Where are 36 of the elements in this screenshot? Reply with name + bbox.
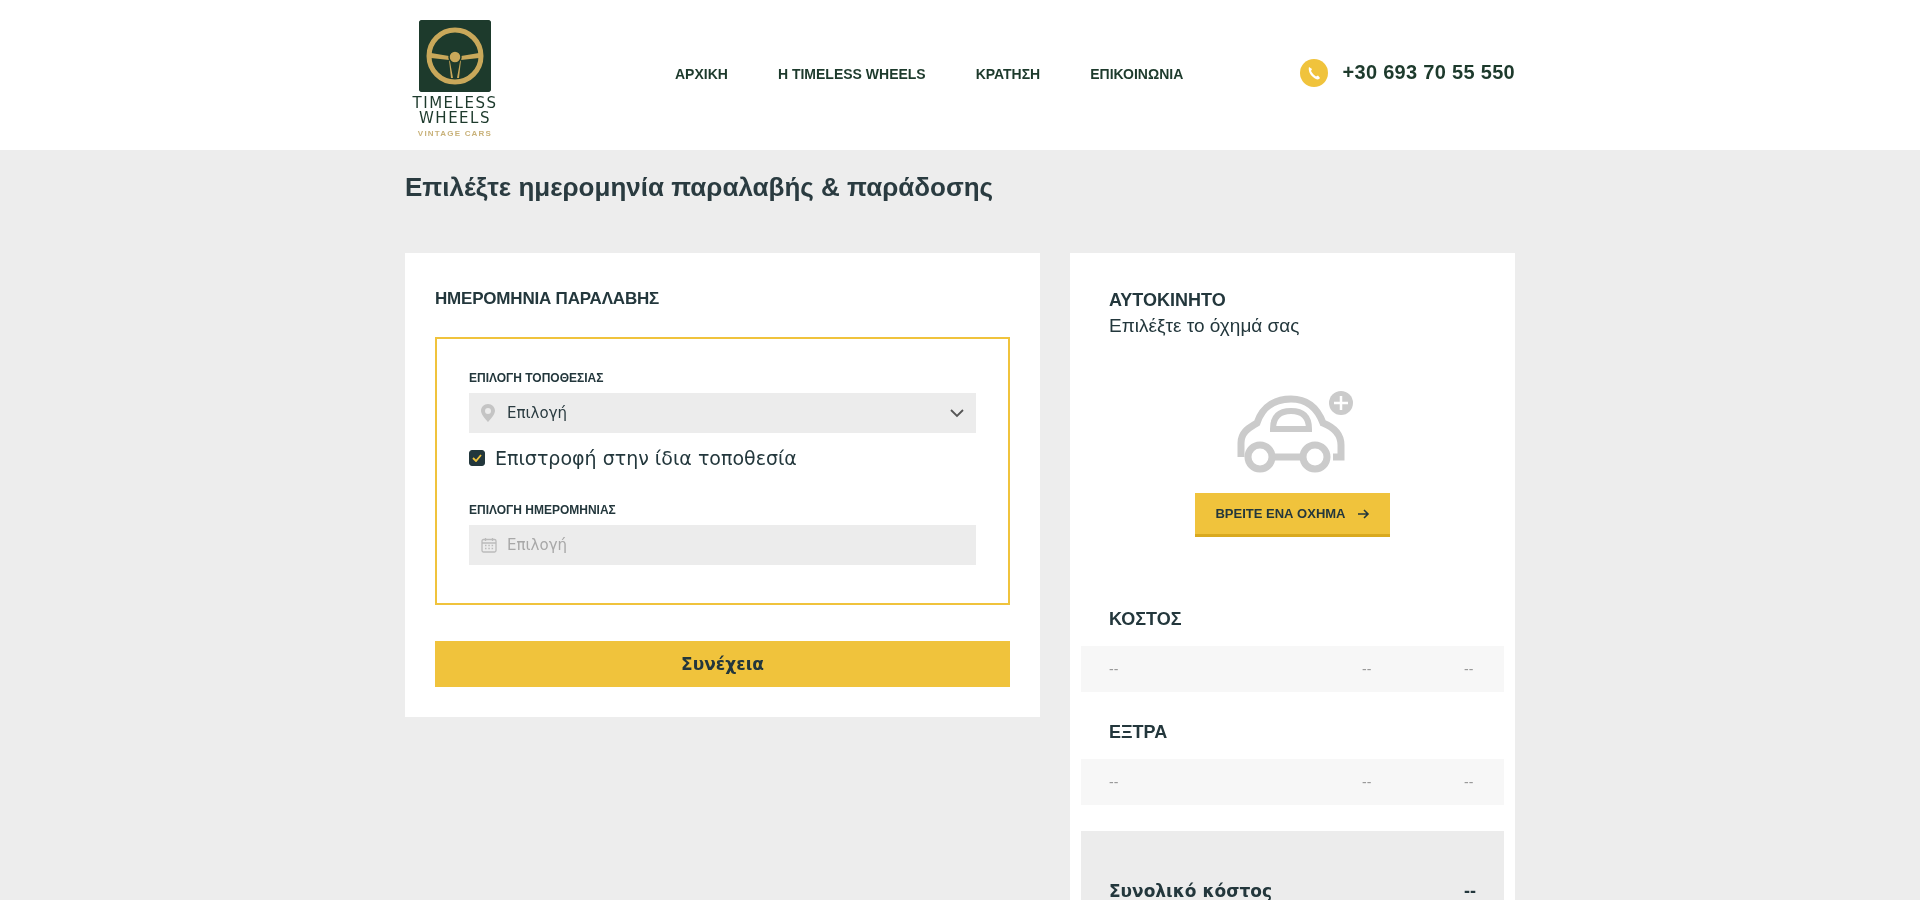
total-label: Συνολικό κόστος bbox=[1109, 881, 1272, 900]
phone-number: +30 693 70 55 550 bbox=[1342, 61, 1515, 84]
car-subtitle: Επιλέξτε το όχημά σας bbox=[1109, 315, 1301, 337]
logo-tagline: VINTAGE CARS bbox=[417, 129, 493, 138]
chevron-down-icon bbox=[950, 408, 964, 418]
location-select[interactable]: Επιλογή bbox=[469, 393, 976, 433]
page-title: Επιλέξτε ημερομηνία παραλαβής & παράδοσης bbox=[405, 172, 995, 203]
field-label: ΕΠΙΛΟΓΗ ΤΟΠΟΘΕΣΙΑΣ bbox=[469, 371, 605, 385]
nav-link[interactable]: ΕΠΙΚΟΙΝΩΝΙΑ bbox=[1090, 66, 1184, 82]
total-value: -- bbox=[1464, 880, 1476, 900]
cost-value: -- bbox=[1109, 774, 1120, 790]
phone-icon bbox=[1299, 58, 1328, 87]
find-vehicle-button[interactable]: ΒΡΕΙΤΕ ΕΝΑ ΟΧΗΜΑ bbox=[1195, 493, 1390, 537]
section-heading: ΕΞΤΡΑ bbox=[1109, 722, 1169, 743]
checkbox-label: Επιστροφή στην ίδια τοποθεσία bbox=[495, 447, 797, 469]
cost-value: -- bbox=[1109, 661, 1120, 677]
section-heading: ΗΜΕΡΟΜΗΝΙΑ ΠΑΡΑΛΑΒΗΣ bbox=[435, 289, 661, 309]
arrow-right-icon bbox=[1357, 508, 1370, 519]
cost-value: -- bbox=[1464, 661, 1475, 677]
nav-link[interactable]: ΑΡΧΙΚΗ bbox=[675, 66, 728, 82]
checkbox[interactable] bbox=[469, 450, 485, 466]
cost-value: -- bbox=[1362, 774, 1373, 790]
continue-button[interactable]: Συνέχεια bbox=[435, 641, 1010, 687]
nav-link[interactable]: ΚΡΑΤΗΣΗ bbox=[975, 66, 1041, 82]
section-heading: ΑΥΤΟΚΙΝΗΤΟ bbox=[1109, 290, 1227, 311]
location-pin-icon bbox=[481, 404, 495, 422]
section-heading: ΚΟΣΤΟΣ bbox=[1109, 609, 1183, 630]
logo-wordmark: WHEELS bbox=[419, 111, 491, 126]
checkmark-icon bbox=[472, 454, 482, 462]
steering-wheel-logo-icon[interactable] bbox=[419, 20, 491, 92]
cost-value: -- bbox=[1464, 774, 1475, 790]
logo-wordmark: TIMELESS bbox=[412, 96, 498, 111]
date-input-field[interactable]: Επιλογή bbox=[469, 525, 976, 565]
field-label: ΕΠΙΛΟΓΗ ΗΜΕΡΟΜΗΝΙΑΣ bbox=[469, 503, 617, 517]
nav-link[interactable]: Η TIMELESS WHEELS bbox=[777, 66, 926, 82]
cost-value: -- bbox=[1362, 661, 1373, 677]
